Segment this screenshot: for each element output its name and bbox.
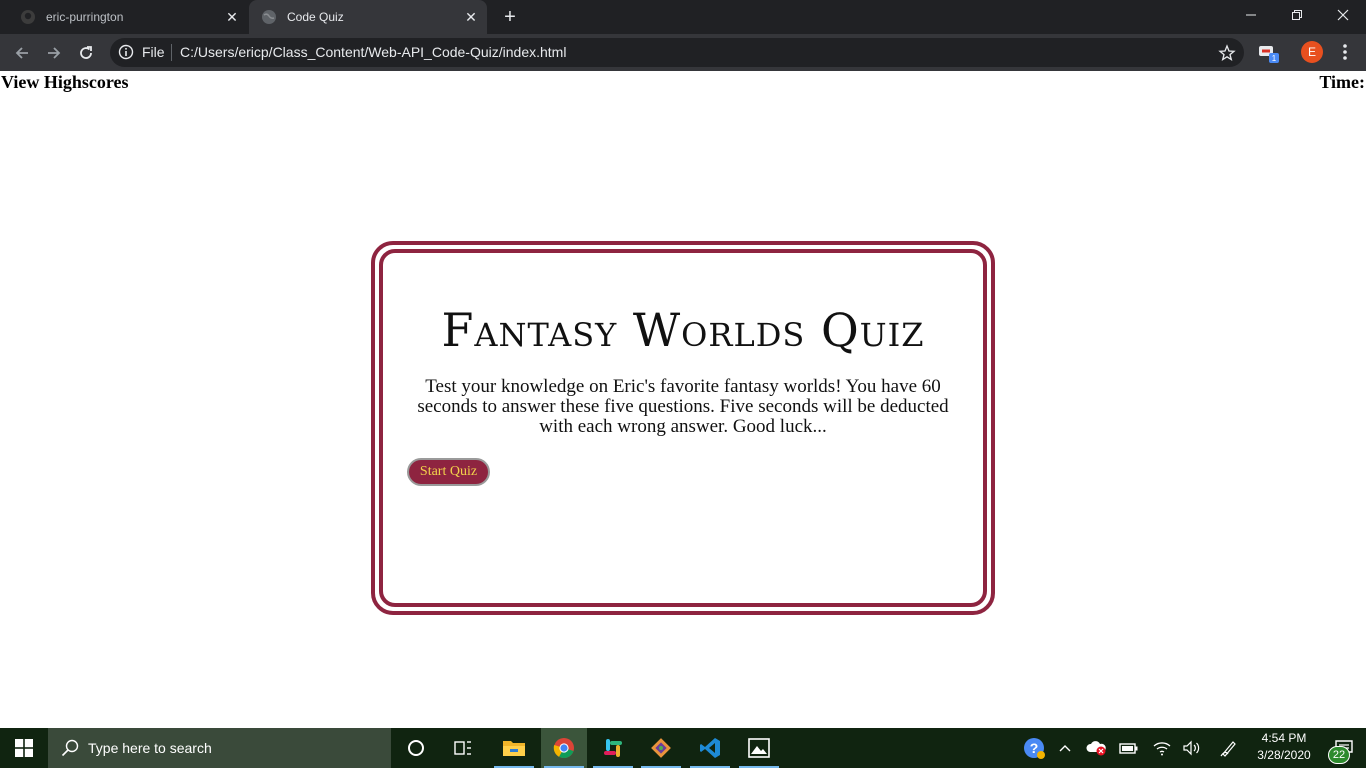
notification-count-badge: 22 [1328, 746, 1350, 764]
forward-button[interactable] [41, 40, 67, 66]
slack-icon[interactable] [590, 728, 636, 768]
reload-icon [80, 46, 92, 59]
view-highscores-link[interactable]: View Highscores [1, 72, 129, 93]
reload-button[interactable] [73, 40, 99, 66]
quiz-title: Fantasy Worlds Quiz [441, 303, 925, 357]
info-icon[interactable] [118, 44, 134, 60]
help-icon[interactable]: ? [1020, 728, 1048, 768]
profile-avatar[interactable]: E [1301, 41, 1323, 63]
taskbar-clock[interactable]: 4:54 PM 3/28/2020 [1247, 728, 1321, 768]
quiz-card: Fantasy Worlds Quiz Test your knowledge … [371, 241, 995, 615]
close-tab-icon[interactable]: ✕ [222, 7, 242, 27]
cortana-icon[interactable] [393, 728, 439, 768]
windows-start-button[interactable] [0, 728, 48, 768]
address-divider [171, 44, 172, 61]
more-menu-icon[interactable] [1335, 42, 1355, 62]
chrome-icon[interactable] [541, 728, 587, 768]
pen-workspace-icon[interactable] [1216, 728, 1242, 768]
timer-label: Time: [1319, 72, 1365, 92]
volume-icon[interactable] [1180, 728, 1204, 768]
wifi-icon[interactable] [1150, 728, 1174, 768]
task-view-icon[interactable] [440, 728, 486, 768]
clock-time: 4:54 PM [1261, 731, 1307, 745]
restore-button[interactable] [1274, 0, 1320, 30]
quiz-card-inner: Fantasy Worlds Quiz Test your knowledge … [379, 249, 987, 607]
tab-title: eric-purrington [46, 10, 124, 24]
back-button[interactable] [9, 40, 35, 66]
clock-date: 3/28/2020 [1257, 748, 1311, 762]
browser-tabstrip: eric-purrington ✕ Code Quiz ✕ + [0, 0, 1366, 34]
close-tab-icon[interactable]: ✕ [461, 7, 481, 27]
forward-arrow-icon [48, 47, 61, 59]
photos-icon[interactable] [736, 728, 782, 768]
protocol-label: File [142, 44, 165, 60]
svg-text:?: ? [1030, 740, 1039, 756]
taskbar-search[interactable] [48, 728, 391, 768]
globe-icon [261, 9, 277, 25]
onedrive-error-icon[interactable] [1084, 728, 1110, 768]
file-explorer-icon[interactable] [491, 728, 537, 768]
tab-github[interactable]: eric-purrington ✕ [8, 0, 248, 34]
minimize-button[interactable] [1228, 0, 1274, 30]
show-hidden-icons-chevron-icon[interactable] [1054, 728, 1076, 768]
address-bar[interactable]: File C:/Users/ericp/Class_Content/Web-AP… [110, 38, 1244, 67]
page-content: View Highscores Time: Fantasy Worlds Qui… [0, 71, 1366, 728]
extension-icon[interactable]: 1 [1258, 42, 1282, 64]
git-icon[interactable] [638, 728, 684, 768]
url-text[interactable]: C:/Users/ericp/Class_Content/Web-API_Cod… [180, 44, 566, 60]
battery-icon[interactable] [1117, 728, 1141, 768]
bookmark-star-icon[interactable] [1218, 44, 1236, 62]
search-icon [60, 738, 80, 758]
svg-text:1: 1 [1272, 54, 1277, 63]
close-window-button[interactable] [1320, 0, 1366, 30]
start-quiz-button[interactable]: Start Quiz [407, 458, 490, 486]
quiz-description: Test your knowledge on Eric's favorite f… [417, 376, 949, 437]
github-icon [20, 9, 36, 25]
tab-code-quiz[interactable]: Code Quiz ✕ [249, 0, 487, 34]
vscode-icon[interactable] [687, 728, 733, 768]
new-tab-button[interactable]: + [498, 5, 522, 29]
browser-toolbar: File C:/Users/ericp/Class_Content/Web-AP… [0, 34, 1366, 71]
search-input[interactable] [88, 740, 378, 756]
back-arrow-icon [15, 47, 28, 59]
tab-title: Code Quiz [287, 10, 344, 24]
windows-logo-icon [15, 739, 33, 757]
windows-taskbar: ? 4:54 PM 3/28/2020 22 [0, 728, 1366, 768]
